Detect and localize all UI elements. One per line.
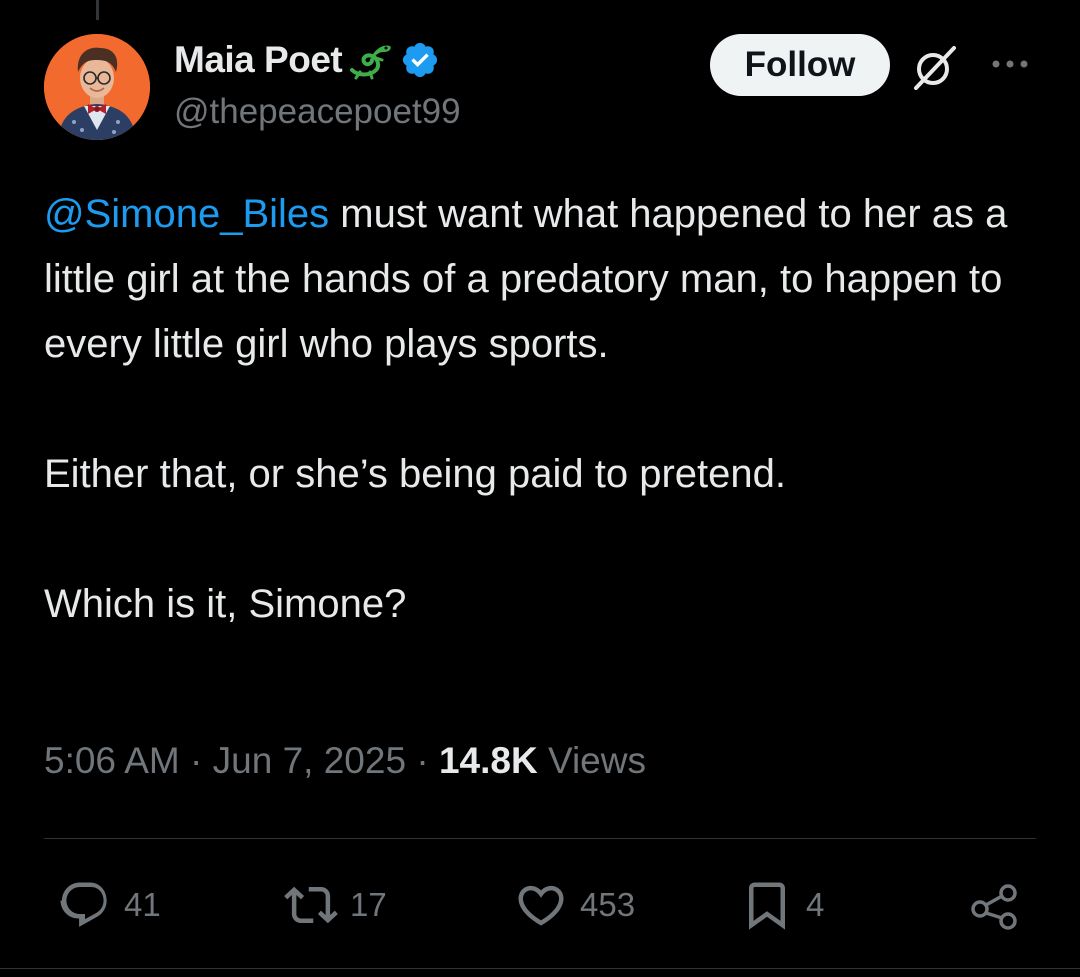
divider (44, 838, 1036, 839)
tweet-meta: 5:06 AM · Jun 7, 2025 · 14.8K Views (44, 740, 646, 782)
verified-badge-icon[interactable] (400, 40, 440, 80)
bookmark-count: 4 (806, 886, 825, 923)
like-button[interactable]: 453 (514, 870, 635, 940)
author-display-name[interactable]: Maia Poet (174, 39, 343, 81)
like-count: 453 (580, 886, 636, 923)
views-count[interactable]: 14.8K (439, 740, 538, 781)
tweet-date[interactable]: Jun 7, 2025 (213, 740, 406, 781)
avatar-image (44, 34, 150, 140)
repost-icon (284, 886, 338, 924)
reply-icon (60, 882, 107, 927)
bottom-divider (0, 968, 1080, 969)
share-icon (971, 884, 1017, 930)
views-label: Views (537, 740, 646, 781)
avatar[interactable] (44, 34, 150, 140)
tweet-paragraph-1: @Simone_Biles must want what happened to… (44, 182, 1024, 377)
lizard-emoji-icon (350, 45, 391, 80)
thread-connector-line (96, 0, 99, 20)
reply-button[interactable]: 41 (58, 870, 161, 940)
follow-button[interactable]: Follow (710, 34, 890, 96)
grok-icon[interactable] (912, 44, 958, 90)
reply-count: 41 (124, 886, 161, 923)
tweet-paragraph-2: Either that, or she’s being paid to pret… (44, 452, 786, 496)
bookmark-icon (749, 882, 785, 930)
action-bar: 41 17 453 4 (0, 870, 1080, 940)
meta-separator: · (406, 740, 439, 781)
bookmark-button[interactable]: 4 (740, 870, 824, 940)
tweet-paragraph-3: Which is it, Simone? (44, 582, 407, 626)
share-button[interactable] (966, 870, 1022, 940)
meta-separator: · (179, 740, 213, 781)
like-icon (518, 885, 564, 926)
tweet-time[interactable]: 5:06 AM (44, 740, 180, 781)
repost-button[interactable]: 17 (284, 870, 387, 940)
more-icon[interactable] (990, 52, 1030, 76)
repost-count: 17 (350, 886, 387, 923)
author-handle[interactable]: @thepeacepoet99 (174, 92, 461, 132)
author-name-row[interactable]: Maia Poet (174, 38, 440, 82)
tweet-text: @Simone_Biles must want what happened to… (44, 182, 1024, 637)
mention-link[interactable]: @Simone_Biles (44, 192, 329, 236)
